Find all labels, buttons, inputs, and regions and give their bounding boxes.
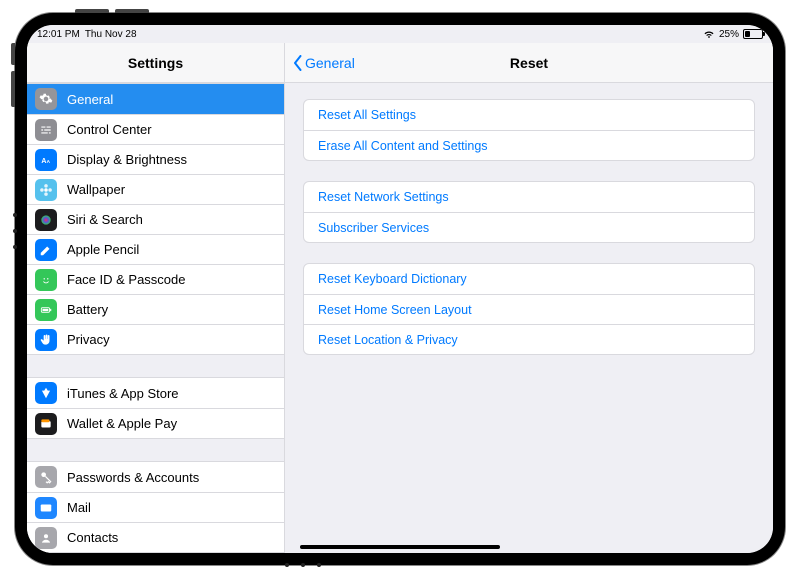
aa-icon: AA bbox=[35, 149, 57, 171]
status-date: Thu Nov 28 bbox=[85, 29, 137, 40]
detail-navbar: General Reset bbox=[285, 43, 773, 83]
sidebar-item-label: Wallet & Apple Pay bbox=[67, 416, 177, 431]
settings-sidebar: Settings General Control Center AA Display … bbox=[27, 43, 285, 553]
detail-body[interactable]: Reset All Settings Erase All Content and … bbox=[285, 83, 773, 391]
back-button[interactable]: General bbox=[293, 55, 355, 71]
status-time: 12:01 PM bbox=[37, 29, 80, 40]
sidebar-item-wallet[interactable]: Wallet & Apple Pay bbox=[27, 408, 284, 438]
sidebar-title: Settings bbox=[128, 55, 183, 71]
sidebar-item-itunes[interactable]: iTunes & App Store bbox=[27, 378, 284, 408]
detail-row-label: Subscriber Services bbox=[318, 221, 429, 235]
sidebar-item-label: Wallpaper bbox=[67, 182, 125, 197]
detail-pane: General Reset Reset All Settings Erase Al… bbox=[285, 43, 773, 553]
contacts-icon bbox=[35, 527, 57, 549]
detail-row-label: Reset All Settings bbox=[318, 108, 416, 122]
detail-group: Reset Keyboard Dictionary Reset Home Scre… bbox=[303, 263, 755, 355]
siri-icon bbox=[35, 209, 57, 231]
flower-icon bbox=[35, 179, 57, 201]
detail-group: Reset Network Settings Subscriber Service… bbox=[303, 181, 755, 243]
home-indicator[interactable] bbox=[300, 545, 500, 549]
volume-down-button[interactable] bbox=[115, 9, 149, 13]
sidebar-item-label: General bbox=[67, 92, 113, 107]
sidebar-item-privacy[interactable]: Privacy bbox=[27, 324, 284, 354]
detail-row-label: Erase All Content and Settings bbox=[318, 139, 488, 153]
sidebar-item-general[interactable]: General bbox=[27, 84, 284, 114]
sidebar-group: Passwords & Accounts Mail Contacts Calendar bbox=[27, 461, 284, 553]
sidebar-item-siri[interactable]: Siri & Search bbox=[27, 204, 284, 234]
reset-home-screen-row[interactable]: Reset Home Screen Layout bbox=[304, 294, 754, 324]
detail-row-label: Reset Location & Privacy bbox=[318, 333, 458, 347]
reset-location-privacy-row[interactable]: Reset Location & Privacy bbox=[304, 324, 754, 354]
chevron-left-icon bbox=[293, 55, 303, 71]
gear-icon bbox=[35, 88, 57, 110]
appstore-icon bbox=[35, 382, 57, 404]
sidebar-item-battery[interactable]: Battery bbox=[27, 294, 284, 324]
detail-group: Reset All Settings Erase All Content and … bbox=[303, 99, 755, 161]
sidebar-item-calendar[interactable]: Calendar bbox=[27, 552, 284, 553]
sidebar-item-wallpaper[interactable]: Wallpaper bbox=[27, 174, 284, 204]
sidebar-item-label: Privacy bbox=[67, 332, 110, 347]
sidebar-group: General Control Center AA Display & Brightn… bbox=[27, 83, 284, 355]
sidebar-item-label: Mail bbox=[67, 500, 91, 515]
sidebar-item-passwords[interactable]: Passwords & Accounts bbox=[27, 462, 284, 492]
sidebar-item-face-id[interactable]: Face ID & Passcode bbox=[27, 264, 284, 294]
mail-icon bbox=[35, 497, 57, 519]
sidebar-item-mail[interactable]: Mail bbox=[27, 492, 284, 522]
back-label: General bbox=[305, 55, 355, 71]
sidebar-list[interactable]: General Control Center AA Display & Brightn… bbox=[27, 83, 284, 553]
sidebar-item-apple-pencil[interactable]: Apple Pencil bbox=[27, 234, 284, 264]
detail-row-label: Reset Network Settings bbox=[318, 190, 449, 204]
ipad-device-frame: 12:01 PM Thu Nov 28 25% Settings General… bbox=[15, 13, 785, 565]
detail-row-label: Reset Keyboard Dictionary bbox=[318, 272, 467, 286]
battery-icon bbox=[743, 29, 763, 39]
subscriber-services-row[interactable]: Subscriber Services bbox=[304, 212, 754, 242]
sidebar-item-label: Display & Brightness bbox=[67, 152, 187, 167]
sidebar-navbar: Settings bbox=[27, 43, 284, 83]
sidebar-item-label: Apple Pencil bbox=[67, 242, 139, 257]
detail-title: Reset bbox=[510, 55, 548, 71]
sliders-icon bbox=[35, 119, 57, 141]
sidebar-item-control-center[interactable]: Control Center bbox=[27, 114, 284, 144]
sidebar-item-label: Contacts bbox=[67, 530, 118, 545]
svg-text:A: A bbox=[41, 157, 46, 164]
pencil-icon bbox=[35, 239, 57, 261]
wallet-icon bbox=[35, 413, 57, 435]
detail-row-label: Reset Home Screen Layout bbox=[318, 303, 472, 317]
screen: 12:01 PM Thu Nov 28 25% Settings General… bbox=[27, 25, 773, 553]
sidebar-item-label: Face ID & Passcode bbox=[67, 272, 186, 287]
svg-text:A: A bbox=[47, 158, 51, 163]
sidebar-item-label: Passwords & Accounts bbox=[67, 470, 199, 485]
erase-all-row[interactable]: Erase All Content and Settings bbox=[304, 130, 754, 160]
wifi-icon bbox=[703, 30, 715, 39]
key-icon bbox=[35, 466, 57, 488]
face-icon bbox=[35, 269, 57, 291]
battery-icon bbox=[35, 299, 57, 321]
sidebar-item-label: Control Center bbox=[67, 122, 152, 137]
volume-up-button[interactable] bbox=[75, 9, 109, 13]
sidebar-group: iTunes & App Store Wallet & Apple Pay bbox=[27, 377, 284, 439]
sidebar-item-contacts[interactable]: Contacts bbox=[27, 522, 284, 552]
sidebar-item-label: Siri & Search bbox=[67, 212, 143, 227]
status-bar: 12:01 PM Thu Nov 28 25% bbox=[27, 25, 773, 43]
sidebar-item-label: Battery bbox=[67, 302, 108, 317]
hand-icon bbox=[35, 329, 57, 351]
sidebar-item-label: iTunes & App Store bbox=[67, 386, 179, 401]
reset-network-row[interactable]: Reset Network Settings bbox=[304, 182, 754, 212]
sidebar-item-display[interactable]: AA Display & Brightness bbox=[27, 144, 284, 174]
reset-keyboard-row[interactable]: Reset Keyboard Dictionary bbox=[304, 264, 754, 294]
status-battery-pct: 25% bbox=[719, 29, 739, 40]
reset-all-settings-row[interactable]: Reset All Settings bbox=[304, 100, 754, 130]
